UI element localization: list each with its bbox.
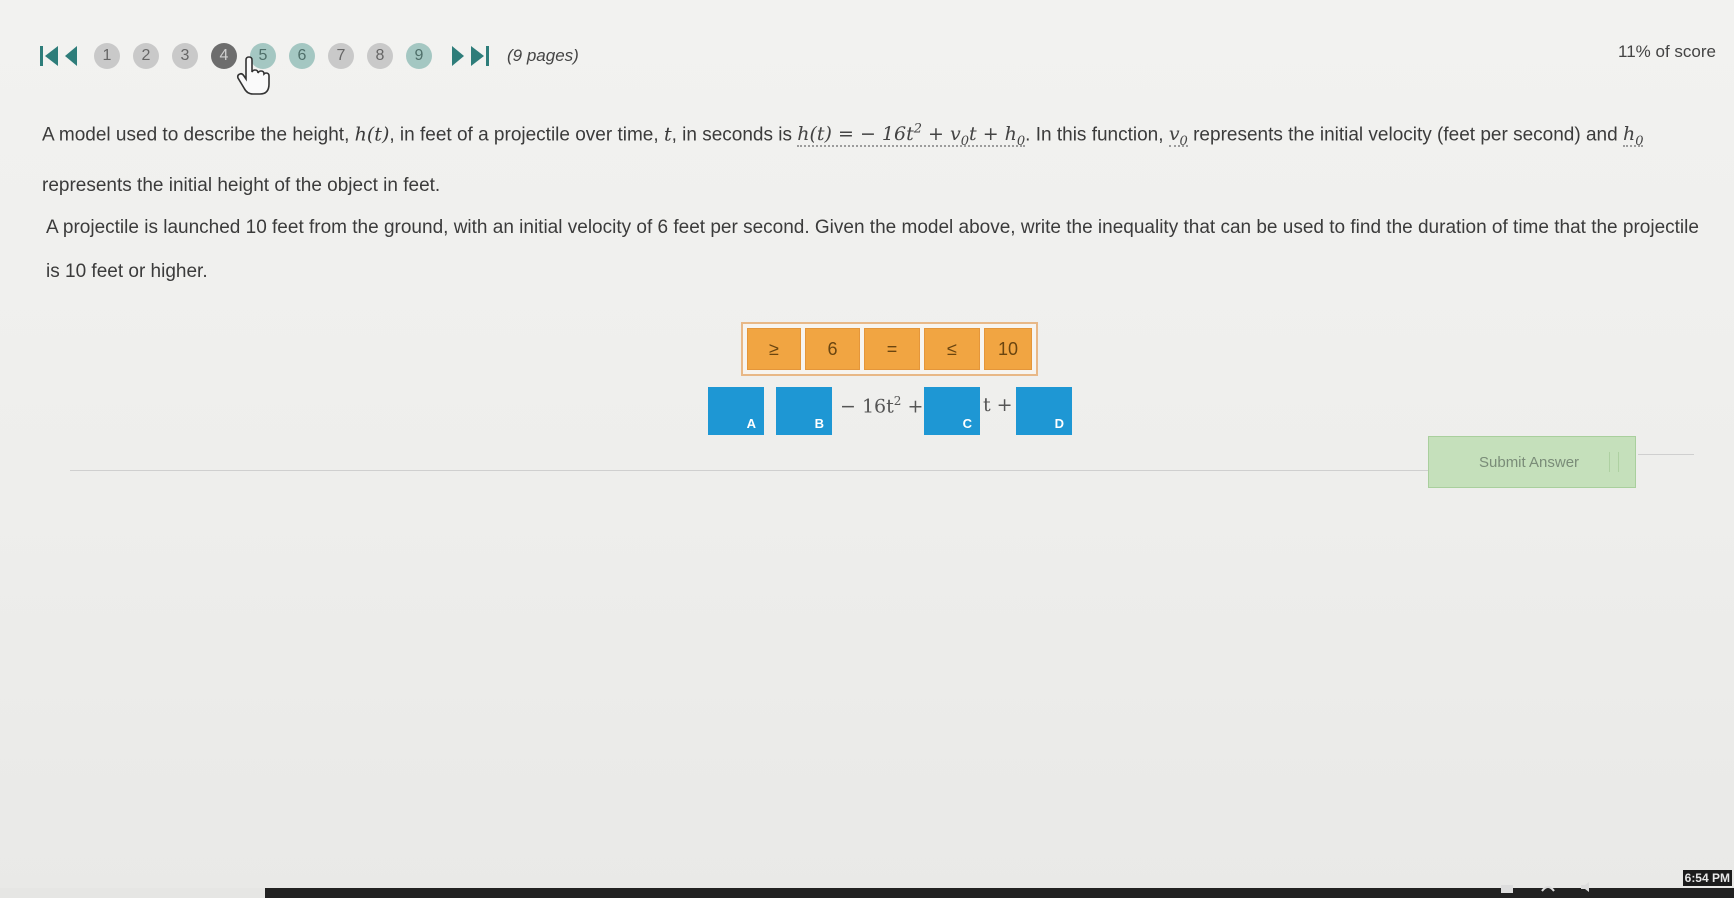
h0-subscript: 0 [1635,134,1644,150]
drop-slot-c[interactable]: C [924,387,980,435]
previous-page-icon [63,44,79,68]
formula-part: t + h [969,123,1017,146]
drop-slot-b[interactable]: B [776,387,832,435]
score-label: 11% of score [1618,42,1716,61]
drop-slot-d[interactable]: D [1016,387,1072,435]
last-page-icon [470,44,490,68]
slot-label: D [1054,416,1064,431]
expression-text: + [901,395,924,418]
answer-tile-tray: ≥ 6 = ≤ 10 [741,322,1038,376]
page-button-3[interactable]: 3 [172,43,198,69]
h0-base: h [1622,123,1636,146]
text-segment: A model used to describe the height, [42,124,355,146]
page-button-1[interactable]: 1 [94,43,120,69]
taskbar-clock[interactable]: 6:54 PM [1682,870,1732,886]
volume-icon[interactable] [1580,880,1596,898]
expression-linear-term: t + [983,394,1013,416]
formula-exponent: 2 [913,122,922,137]
slot-label: C [962,416,972,431]
taskbar-edge [0,888,265,898]
hand-pointer-icon [236,56,270,101]
slot-label: A [746,416,756,431]
height-formula[interactable]: h(t) = − 16t2 + v0t + h0 [797,122,1026,150]
drop-slot-a[interactable]: A [708,387,764,435]
tile-equals[interactable]: = [864,328,920,370]
tile-greater-equal[interactable]: ≥ [747,328,801,370]
text-segment: , in seconds is [671,124,798,146]
formula-subscript: 0 [1016,134,1026,150]
divider [1638,454,1694,455]
text-segment: . In this function, [1025,124,1169,146]
page-button-2[interactable]: 2 [133,43,159,69]
page-button-9[interactable]: 9 [406,43,432,69]
v0-subscript: 0 [1179,134,1188,150]
divider [70,470,1430,471]
grip-icon [1609,452,1619,472]
ht-variable: h(t) [354,123,390,146]
page-button-8[interactable]: 8 [367,43,393,69]
slot-label: B [814,416,824,431]
page-count-label: (9 pages) [507,46,579,65]
t-variable: t [663,123,672,146]
question-model-paragraph: A model used to describe the height, h(t… [42,108,1702,208]
h0-term[interactable]: h0 [1622,123,1644,150]
next-page-button[interactable] [447,41,469,71]
text-segment: represents the initial height of the obj… [42,175,441,197]
question-prompt-paragraph: A projectile is launched 10 feet from th… [46,217,1699,282]
tile-less-equal[interactable]: ≤ [924,328,980,370]
formula-part: h(t) = − 16t [797,123,914,146]
expression-text: − 16t [840,395,894,418]
tile-ten[interactable]: 10 [984,328,1032,370]
next-page-icon [450,44,466,68]
page-navigator: 1 2 3 4 5 6 7 8 9 (9 pages) [38,38,579,74]
first-page-button[interactable] [38,41,60,71]
submit-answer-button[interactable]: Submit Answer [1428,436,1636,488]
first-page-icon [39,44,59,68]
page-button-4[interactable]: 4 [211,43,237,69]
tile-six[interactable]: 6 [805,328,860,370]
wifi-icon[interactable] [1540,880,1556,898]
system-tray [1460,882,1610,898]
page-button-6[interactable]: 6 [289,43,315,69]
expression-quadratic-term: − 16t2 + [840,394,923,417]
network-icon[interactable] [1500,880,1516,898]
text-segment: , in feet of a projectile over time, [389,124,664,146]
page-button-7[interactable]: 7 [328,43,354,69]
submit-answer-label: Submit Answer [1479,453,1580,471]
formula-part: + v [922,123,961,146]
last-page-button[interactable] [469,41,491,71]
v0-base: v [1168,123,1180,146]
formula-subscript: 0 [960,134,970,150]
previous-page-button[interactable] [60,41,82,71]
text-segment: represents the initial velocity (feet pe… [1187,124,1623,146]
v0-term[interactable]: v0 [1168,123,1188,150]
